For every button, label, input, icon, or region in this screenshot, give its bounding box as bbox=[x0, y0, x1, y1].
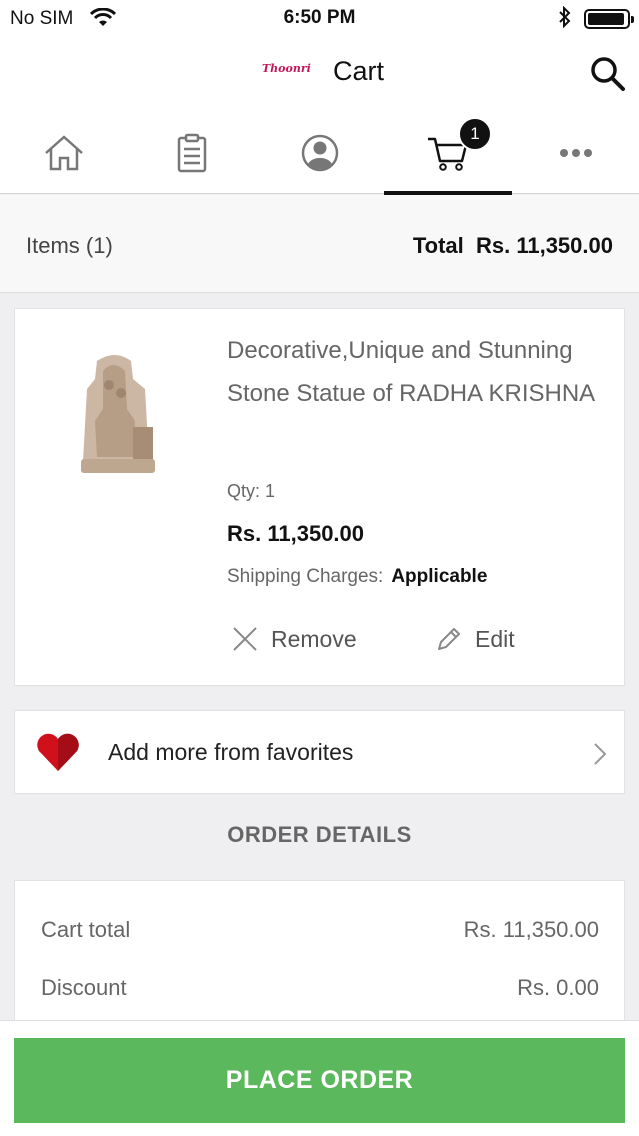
product-name[interactable]: Decorative,Unique and Stunning Stone Sta… bbox=[227, 329, 617, 415]
brand-logo[interactable]: Thoonri bbox=[262, 62, 311, 75]
total-value: Rs. 11,350.00 bbox=[475, 233, 613, 258]
tab-bar bbox=[0, 112, 639, 195]
row-label: Cart total bbox=[41, 917, 131, 942]
remove-label: Remove bbox=[271, 625, 357, 652]
order-details-heading: ORDER DETAILS bbox=[227, 822, 412, 847]
tab-orders[interactable] bbox=[128, 112, 256, 194]
cart-item-card: Decorative,Unique and Stunning Stone Sta… bbox=[14, 308, 625, 686]
status-bar: No SIM 6:50 PM bbox=[0, 0, 639, 36]
shipping-label: Shipping Charges: bbox=[227, 566, 384, 587]
home-icon bbox=[45, 135, 83, 171]
bluetooth-icon bbox=[558, 5, 572, 33]
cart-count-badge: 1 bbox=[458, 117, 492, 151]
tab-cart[interactable] bbox=[384, 112, 512, 195]
favorites-label: Add more from favorites bbox=[108, 739, 354, 765]
product-qty: Qty: 1 bbox=[227, 481, 276, 501]
search-icon[interactable] bbox=[588, 54, 628, 94]
tab-home[interactable] bbox=[0, 112, 128, 194]
order-row-discount: Discount Rs. 0.00 bbox=[41, 975, 599, 1001]
close-icon bbox=[233, 627, 257, 651]
total-label: Total bbox=[412, 233, 464, 258]
order-row-cart-total: Cart total Rs. 11,350.00 bbox=[41, 917, 599, 943]
clock: 6:50 PM bbox=[283, 7, 356, 28]
remove-button[interactable]: Remove bbox=[231, 619, 357, 659]
tab-account[interactable] bbox=[256, 112, 384, 194]
row-value: Rs. 11,350.00 bbox=[463, 917, 599, 942]
shipping-value: Applicable bbox=[391, 566, 488, 587]
shipping-charges: Shipping Charges: Applicable bbox=[227, 566, 487, 588]
page-title: Cart bbox=[333, 56, 385, 86]
account-icon bbox=[301, 134, 339, 172]
tab-more[interactable] bbox=[512, 112, 639, 194]
place-order-button[interactable]: PLACE ORDER bbox=[14, 1038, 625, 1123]
items-count: Items (1) bbox=[26, 233, 113, 258]
row-value: Rs. 0.00 bbox=[517, 975, 599, 1000]
bottom-action-bar: PLACE ORDER bbox=[0, 1020, 639, 1136]
nav-bar: Thoonri Cart bbox=[0, 36, 639, 112]
add-from-favorites-row[interactable]: Add more from favorites bbox=[14, 710, 625, 794]
edit-button[interactable]: Edit bbox=[435, 619, 515, 659]
cart-summary: Items (1) Total Rs. 11,350.00 bbox=[0, 195, 639, 293]
edit-label: Edit bbox=[475, 625, 515, 652]
product-price: Rs. 11,350.00 bbox=[227, 521, 365, 546]
pencil-icon bbox=[438, 628, 460, 650]
chevron-right-icon bbox=[592, 741, 608, 772]
cart-total: Total Rs. 11,350.00 bbox=[413, 233, 613, 259]
row-label: Discount bbox=[41, 975, 127, 1000]
more-icon bbox=[560, 149, 592, 157]
heart-icon bbox=[35, 731, 81, 778]
product-image[interactable] bbox=[75, 349, 165, 479]
battery-icon bbox=[584, 9, 634, 29]
orders-clipboard-icon bbox=[177, 133, 207, 173]
